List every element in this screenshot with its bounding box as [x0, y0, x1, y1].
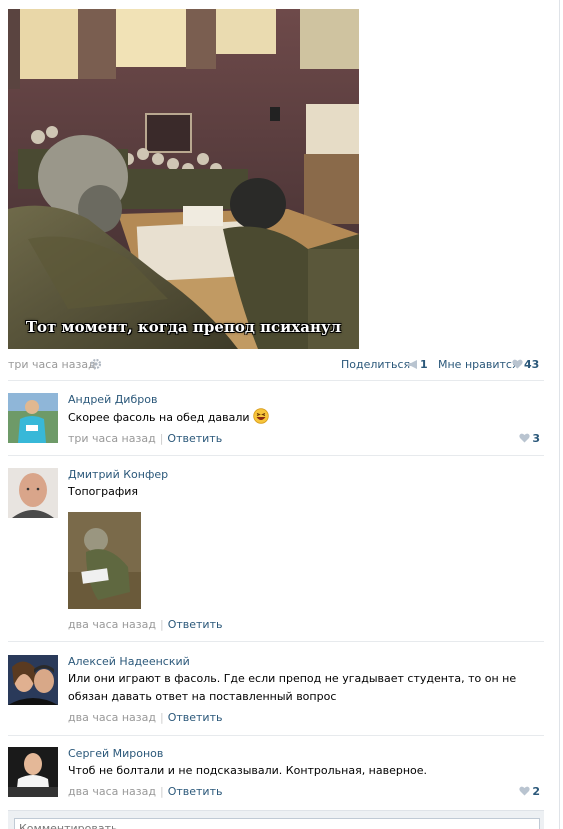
photo-caption: Тот момент, когда препод психанул — [25, 318, 342, 336]
comment-like-button[interactable]: 2 — [519, 785, 540, 798]
divider: | — [159, 432, 164, 445]
laughing-emoji-icon — [252, 408, 269, 424]
comment-box — [8, 810, 544, 829]
divider: | — [159, 711, 164, 724]
reply-button[interactable]: Ответить — [167, 432, 222, 445]
post-meta: три часа назад Поделиться 1 Мне нравится… — [8, 358, 544, 372]
comment-time[interactable]: три часа назад — [68, 432, 156, 445]
avatar[interactable] — [8, 468, 58, 518]
comment-text: Или они играют в фасоль. Где если препод… — [68, 672, 517, 703]
comment-like-count: 3 — [532, 432, 540, 445]
divider — [8, 380, 544, 381]
comment-like-button[interactable]: 3 — [519, 432, 540, 445]
comment-text: Чтоб не болтали и не подсказывали. Контр… — [68, 764, 428, 777]
post-time[interactable]: три часа назад — [8, 358, 96, 371]
share-count: 1 — [420, 358, 428, 371]
post-photo[interactable]: Тот момент, когда препод психанул — [8, 9, 359, 349]
comment-footer: два часа назад | Ответить — [68, 711, 222, 724]
comment-text: Скорее фасоль на обед давали — [68, 408, 269, 427]
comment-text: Топография — [68, 485, 139, 498]
comment: Алексей Надеенский Или они играют в фасо… — [8, 655, 544, 731]
comment: Сергей Миронов Чтоб не болтали и не подс… — [8, 747, 544, 803]
reply-button[interactable]: Ответить — [168, 711, 223, 724]
comment-time[interactable]: два часа назад — [68, 785, 156, 798]
comment-footer: два часа назад | Ответить — [68, 618, 222, 631]
comment-footer: три часа назад | Ответить — [68, 432, 222, 445]
divider — [8, 641, 544, 642]
comment: Андрей Дибров Скорее фасоль на обед дава… — [8, 393, 544, 449]
heart-icon[interactable] — [512, 359, 523, 369]
reply-button[interactable]: Ответить — [168, 785, 223, 798]
share-button[interactable]: Поделиться — [341, 358, 410, 371]
comment-footer: два часа назад | Ответить — [68, 785, 222, 798]
heart-icon — [519, 786, 530, 796]
comment-author[interactable]: Сергей Миронов — [68, 747, 163, 760]
attached-photo[interactable] — [68, 512, 141, 609]
heart-icon — [519, 433, 530, 443]
megaphone-icon[interactable] — [407, 359, 419, 370]
comment-author[interactable]: Дмитрий Конфер — [68, 468, 168, 481]
comment-time[interactable]: два часа назад — [68, 618, 156, 631]
comment-time[interactable]: два часа назад — [68, 711, 156, 724]
comment-like-count: 2 — [532, 785, 540, 798]
comment-author[interactable]: Андрей Дибров — [68, 393, 157, 406]
comment-author[interactable]: Алексей Надеенский — [68, 655, 190, 668]
like-button[interactable]: Мне нравится — [438, 358, 519, 371]
divider: | — [159, 618, 164, 631]
divider — [8, 455, 544, 456]
avatar[interactable] — [8, 747, 58, 797]
reply-button[interactable]: Ответить — [168, 618, 223, 631]
like-count: 43 — [524, 358, 540, 371]
gear-icon[interactable] — [90, 358, 102, 370]
divider: | — [159, 785, 164, 798]
comment: Дмитрий Конфер Топография два часа назад… — [8, 468, 544, 634]
avatar[interactable] — [8, 393, 58, 443]
divider — [8, 735, 544, 736]
comment-input[interactable] — [14, 818, 540, 829]
lecture-hall-image — [8, 9, 359, 349]
avatar[interactable] — [8, 655, 58, 705]
page-border — [559, 0, 560, 829]
